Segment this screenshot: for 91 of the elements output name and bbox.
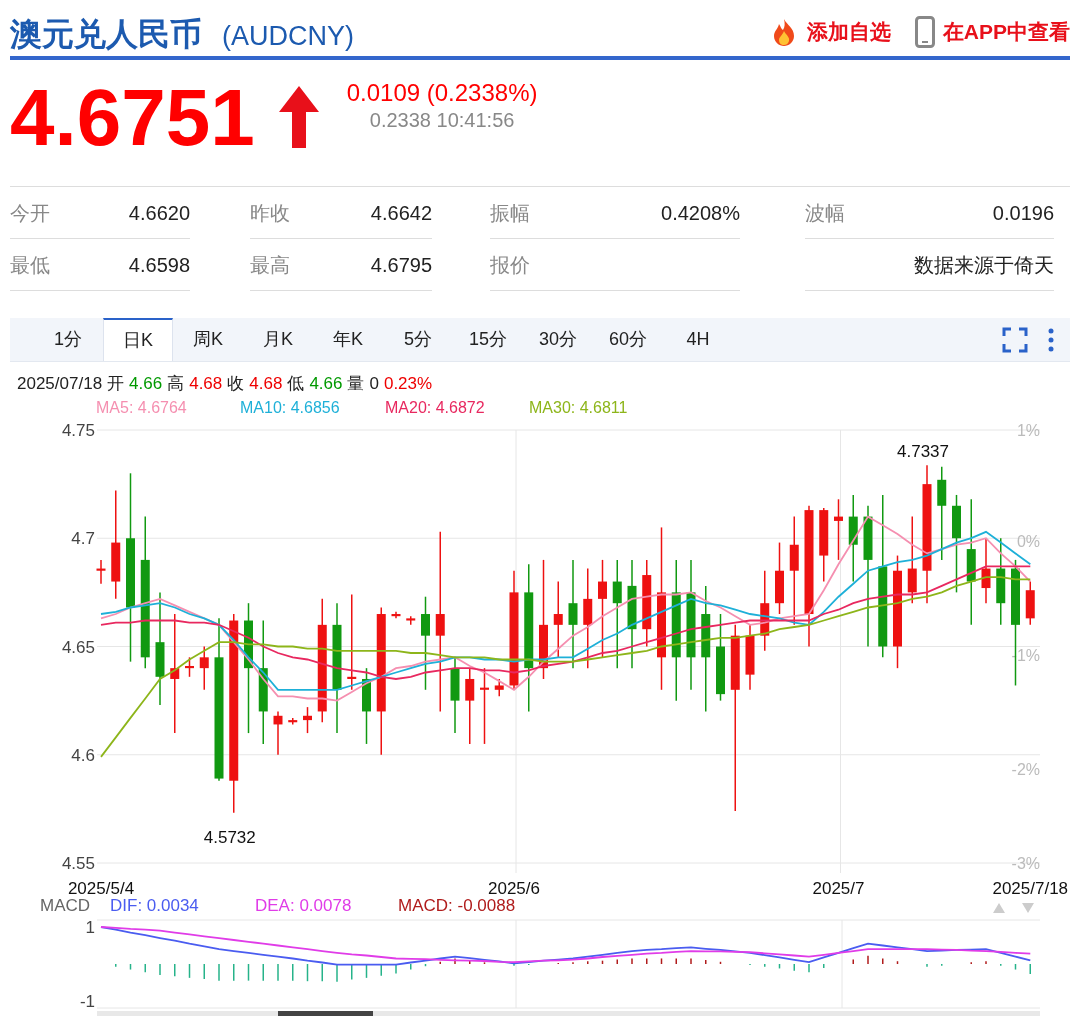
- stat-label: 今开: [10, 200, 50, 226]
- moving-average-name: MA30: [529, 398, 571, 418]
- price-annotation: 4.7337: [897, 442, 949, 462]
- period-tab[interactable]: 4H: [663, 318, 733, 361]
- macd-legend: MACD: -0.0088: [398, 896, 516, 915]
- quote-detail: 0.2338 10:41:56: [369, 108, 515, 133]
- stat-value: 4.6795: [370, 252, 432, 278]
- candlestick: [745, 624, 755, 691]
- stat-value: 4.6642: [370, 200, 432, 226]
- price-annotation: 4.5732: [203, 827, 256, 847]
- stat-label: 振幅: [490, 200, 530, 226]
- moving-average-value: : 4.6764: [128, 398, 187, 418]
- period-tab[interactable]: 周K: [173, 318, 243, 361]
- stat-value: 0.0196: [992, 200, 1054, 226]
- stat-value: 0.4208%: [661, 200, 740, 226]
- moving-average-value: : 4.6856: [281, 398, 340, 418]
- field-label: 开: [107, 373, 125, 396]
- y-axis-label: 4.75: [61, 421, 95, 440]
- period-tab[interactable]: 年K: [313, 318, 383, 361]
- stat-label: 波幅: [805, 200, 845, 226]
- open-app-link[interactable]: 在APP中查看: [942, 16, 1070, 48]
- stat-label: 报价: [490, 252, 530, 278]
- period-tab[interactable]: 15分: [453, 318, 523, 361]
- bar-date: 2025/07/18: [17, 373, 103, 396]
- candlestick: [391, 611, 401, 620]
- period-tab[interactable]: 60分: [593, 318, 663, 361]
- macd-title: MACD: [40, 896, 91, 915]
- x-axis-label: 2025/7: [812, 879, 865, 896]
- stat-label: 最高: [250, 252, 290, 278]
- y-axis-label: 4.6: [71, 745, 95, 765]
- scroll-down-icon[interactable]: [1022, 903, 1034, 913]
- candlestick: [494, 678, 504, 698]
- period-tab[interactable]: 5分: [383, 318, 453, 361]
- scroll-up-icon[interactable]: [993, 903, 1005, 913]
- data-source-note: 数据来源于倚天: [914, 252, 1054, 278]
- price-change: 0.0109 (0.2338%): [346, 78, 538, 108]
- phone-icon: [914, 16, 935, 48]
- fullscreen-icon[interactable]: [1002, 326, 1028, 353]
- field-label: 量: [347, 373, 365, 396]
- moving-average-name: MA10: [240, 398, 282, 418]
- period-tab[interactable]: 月K: [243, 318, 313, 361]
- candlestick: [288, 717, 298, 726]
- y-axis-label: -1: [79, 991, 95, 1011]
- macd-legend: DIF: 0.0034: [110, 896, 199, 915]
- y-axis-label: 1: [85, 918, 95, 938]
- candlestick: [406, 615, 416, 626]
- candlestick: [96, 559, 106, 585]
- x-axis-label: 2025/5/4: [67, 879, 135, 896]
- stat-label: 最低: [10, 252, 50, 278]
- field-value: 4.66: [129, 373, 163, 396]
- moving-average-value: : 4.6811: [570, 398, 628, 418]
- field-value: 4.68: [249, 373, 283, 396]
- moving-average-name: MA20: [385, 398, 427, 418]
- percent-axis-label: -2%: [1011, 761, 1040, 778]
- percent-axis-label: 0%: [1016, 533, 1040, 550]
- candlestick: [303, 706, 312, 734]
- field-value: 0.23%: [383, 373, 433, 396]
- y-axis-label: 4.65: [61, 637, 95, 657]
- page-title: 澳元兑人民币: [10, 18, 202, 50]
- x-axis-label: 2025/7/18: [992, 879, 1069, 896]
- y-axis-label: 4.55: [61, 854, 95, 873]
- field-label: 高: [167, 373, 185, 396]
- current-price: 4.6751: [10, 78, 255, 158]
- scrollbar-thumb[interactable]: [278, 1011, 373, 1016]
- candlestick: [185, 656, 194, 678]
- field-label: 低: [287, 373, 305, 396]
- more-options-icon[interactable]: [1048, 327, 1054, 352]
- field-label: 收: [227, 373, 245, 396]
- moving-average-name: MA5: [96, 398, 129, 418]
- stat-value: 4.6620: [128, 200, 190, 226]
- currency-code: (AUDCNY): [222, 23, 354, 50]
- add-favorite-link[interactable]: 添加自选: [806, 16, 891, 48]
- field-value: 4.68: [189, 373, 223, 396]
- stat-label: 昨收: [250, 200, 290, 226]
- period-tab[interactable]: 1分: [33, 318, 103, 361]
- percent-axis-label: 1%: [1016, 422, 1040, 439]
- candlestick: [834, 498, 843, 561]
- candlestick: [981, 537, 991, 604]
- x-axis-label: 2025/6: [488, 879, 540, 896]
- field-value: 0: [369, 373, 379, 396]
- candlestick: [199, 645, 209, 691]
- period-tab[interactable]: 30分: [523, 318, 593, 361]
- percent-axis-label: -3%: [1011, 855, 1040, 872]
- period-tab[interactable]: 日K: [103, 318, 173, 361]
- y-axis-label: 4.7: [71, 529, 95, 549]
- candlestick: [273, 710, 283, 756]
- stat-value: 4.6598: [128, 252, 190, 278]
- candlestick: [1025, 580, 1035, 626]
- field-value: 4.66: [309, 373, 343, 396]
- moving-average-value: : 4.6872: [426, 398, 485, 418]
- macd-legend: DEA: 0.0078: [255, 896, 352, 915]
